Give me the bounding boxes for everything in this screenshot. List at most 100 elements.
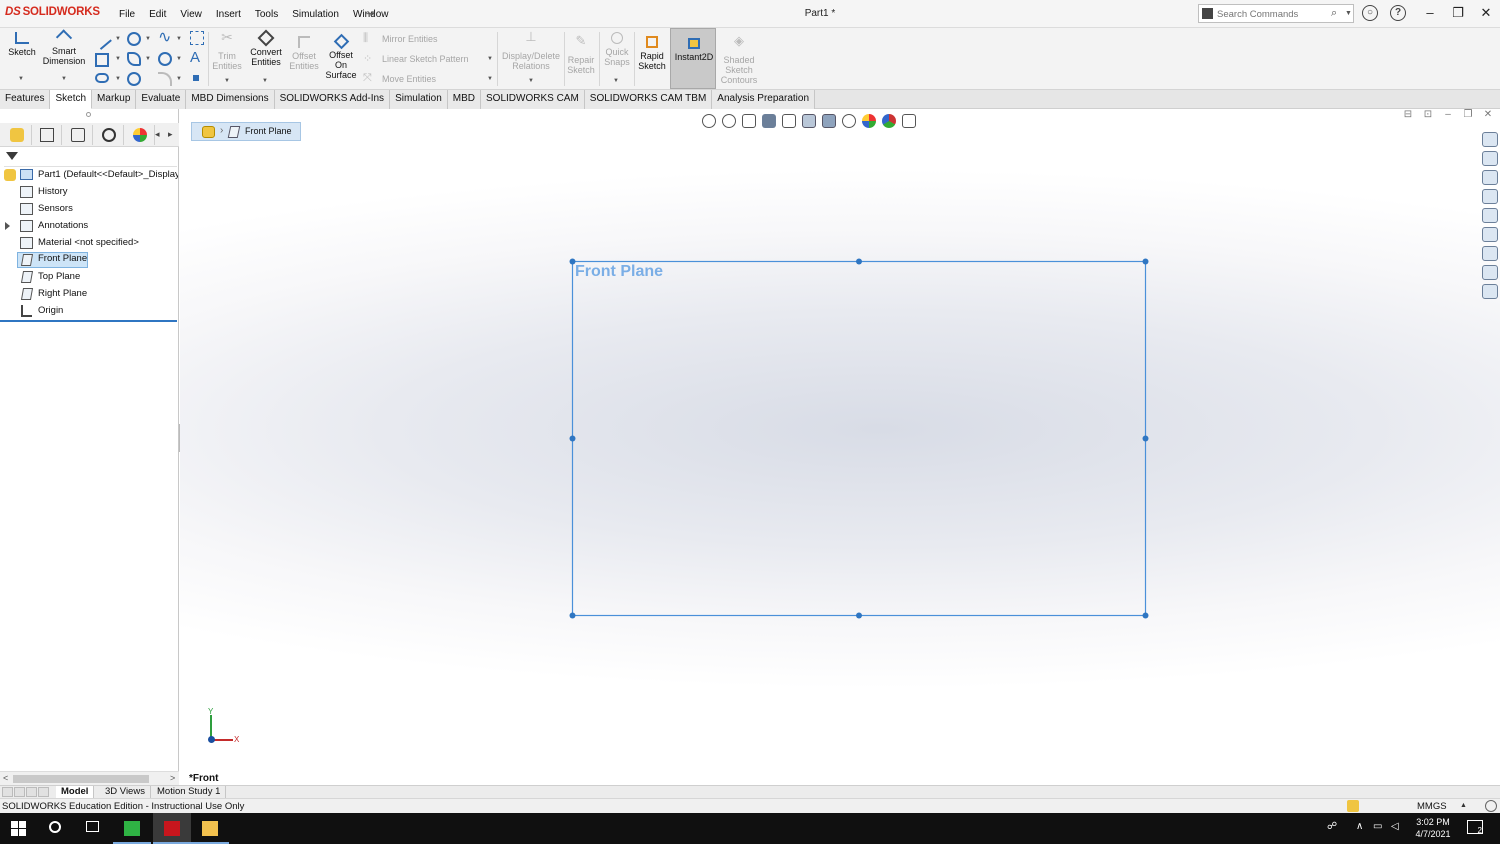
tab-simulation[interactable]: Simulation [390,90,448,109]
tab-markup[interactable]: Markup [92,90,137,109]
display-delete-relations-button[interactable]: ⊥ Display/Delete Relations [500,30,562,71]
taskbar-search-button[interactable] [38,813,76,844]
text-icon[interactable]: A [190,50,204,65]
chevron-down-icon[interactable]: ▼ [176,76,182,82]
menu-view[interactable]: View [173,9,209,20]
tree-item-origin[interactable]: Origin [0,303,178,319]
chevron-down-icon[interactable]: ▼ [176,36,182,42]
property-manager-tab[interactable] [32,125,62,145]
last-tab-icon[interactable] [38,787,49,797]
tree-item-history[interactable]: History [0,184,178,200]
feature-tree-tab[interactable] [2,125,32,145]
system-clock[interactable]: 3:02 PM 4/7/2021 [1408,816,1458,840]
chevron-down-icon[interactable]: ▼ [528,78,534,84]
offset-entities-button[interactable]: Offset Entities [286,36,322,71]
user-account-icon[interactable]: ○ [1362,5,1378,21]
tab-features[interactable]: Features [0,90,51,109]
menu-insert[interactable]: Insert [209,9,248,20]
chevron-left-icon[interactable]: ◂ [155,129,160,140]
tree-item-material[interactable]: Material <not specified> [0,235,178,251]
plane-handle[interactable] [856,612,862,619]
rebuild-icon[interactable] [1347,800,1359,812]
menu-simulation[interactable]: Simulation [285,9,346,20]
trim-entities-button[interactable]: ✂ Trim Entities [210,30,244,71]
chevron-down-icon[interactable]: ▼ [613,78,619,84]
chevron-down-icon[interactable]: ▼ [115,36,121,42]
arc-icon[interactable] [158,52,172,66]
chevron-up-icon[interactable]: ▲ [1460,802,1467,809]
graphics-area[interactable]: › Front Plane ⊟ ⊡ – ❐ ✕ Front Plane Y X … [180,109,1500,785]
people-icon[interactable]: ☍ [1327,821,1337,832]
pin-icon[interactable]: ⇥ [366,7,375,20]
rapid-sketch-button[interactable]: Rapid Sketch [636,36,668,71]
first-tab-icon[interactable] [2,787,13,797]
rectangle-icon[interactable] [95,53,109,67]
chevron-down-icon[interactable]: ▼ [115,56,121,62]
help-icon[interactable]: ? [1390,5,1406,21]
panel-grip-icon[interactable] [86,112,91,117]
scroll-thumb[interactable] [13,775,149,783]
tab-solidworks-cam[interactable]: SOLIDWORKS CAM [481,90,585,109]
offset-on-surface-button[interactable]: Offset On Surface [323,33,359,80]
polygon-icon[interactable] [127,72,141,86]
previous-tab-icon[interactable] [14,787,25,797]
instant2d-button[interactable]: Instant2D [670,28,716,89]
chevron-down-icon[interactable]: ▼ [224,78,230,84]
search-input[interactable] [1217,7,1327,21]
tree-root-part[interactable]: Part1 (Default<<Default>_Display [0,167,178,183]
solidworks-logo[interactable]: DS SOLIDWORKS [5,6,100,18]
plane-handle[interactable] [856,258,862,265]
chevron-down-icon[interactable]: ▼ [262,78,268,84]
slot-tool-icon[interactable] [95,73,109,83]
display-manager-tab[interactable] [125,125,155,145]
tree-item-right-plane[interactable]: Right Plane [0,286,178,302]
tree-item-front-plane[interactable]: Front Plane [0,252,178,268]
quick-tips-icon[interactable] [1485,800,1497,812]
scroll-right-icon[interactable]: > [170,773,175,783]
taskbar-file-explorer[interactable] [191,813,229,844]
tab-solidworks-add-ins[interactable]: SOLIDWORKS Add-Ins [274,90,391,109]
chevron-down-icon[interactable]: ▼ [176,56,182,62]
menu-edit[interactable]: Edit [142,9,173,20]
plane-handle[interactable] [1142,612,1149,619]
notifications-icon[interactable]: 2 [1467,820,1483,835]
magnifier-icon[interactable]: ⌕ [1331,7,1337,20]
network-icon[interactable]: ▭ [1373,821,1382,832]
chevron-down-icon[interactable]: ▼ [115,76,121,82]
point-icon[interactable] [193,75,199,81]
construction-geometry-icon[interactable] [190,31,204,45]
unit-system[interactable]: MMGS [1417,801,1447,812]
front-plane-outline[interactable] [571,260,1147,617]
task-view-button[interactable] [75,813,113,844]
tab-mbd[interactable]: MBD [447,90,481,109]
minimize-button[interactable]: – [1416,5,1444,21]
plane-handle[interactable] [1142,435,1149,442]
smart-dimension-button[interactable]: Smart Dimension [40,29,88,66]
tab-sketch[interactable]: Sketch [50,90,93,109]
taskbar-app-green[interactable] [113,813,151,844]
tab-evaluate[interactable]: Evaluate [136,90,187,109]
plane-handle[interactable] [1142,258,1149,265]
chevron-down-icon[interactable]: ▼ [18,76,24,82]
mirror-entities-button[interactable]: Mirror Entities [382,34,438,44]
tree-rollback-bar[interactable] [0,320,177,322]
scroll-left-icon[interactable]: < [3,773,8,783]
volume-icon[interactable]: ◁ [1391,821,1399,832]
convert-entities-button[interactable]: Convert Entities [244,29,288,67]
tree-item-sensors[interactable]: Sensors [0,201,178,217]
menu-tools[interactable]: Tools [248,9,285,20]
search-box[interactable]: ⌕ ▼ [1198,4,1354,23]
chevron-down-icon[interactable]: ▼ [1345,10,1352,17]
tree-item-top-plane[interactable]: Top Plane [0,269,178,285]
move-entities-button[interactable]: Move Entities [382,74,436,84]
chevron-right-icon[interactable]: ▸ [168,129,173,140]
next-tab-icon[interactable] [26,787,37,797]
tree-horizontal-scrollbar[interactable]: < > [0,771,179,785]
shaded-sketch-contours-button[interactable]: ◈ Shaded Sketch Contours [718,34,760,85]
spline-icon[interactable]: ∿ [158,30,172,46]
front-plane-sketch[interactable]: Front Plane [180,109,1500,785]
tab-solidworks-cam-tbm[interactable]: SOLIDWORKS CAM TBM [584,90,713,109]
quick-snaps-button[interactable]: Quick Snaps [601,32,633,67]
line-icon[interactable] [92,30,112,50]
circle-icon[interactable] [127,32,141,46]
